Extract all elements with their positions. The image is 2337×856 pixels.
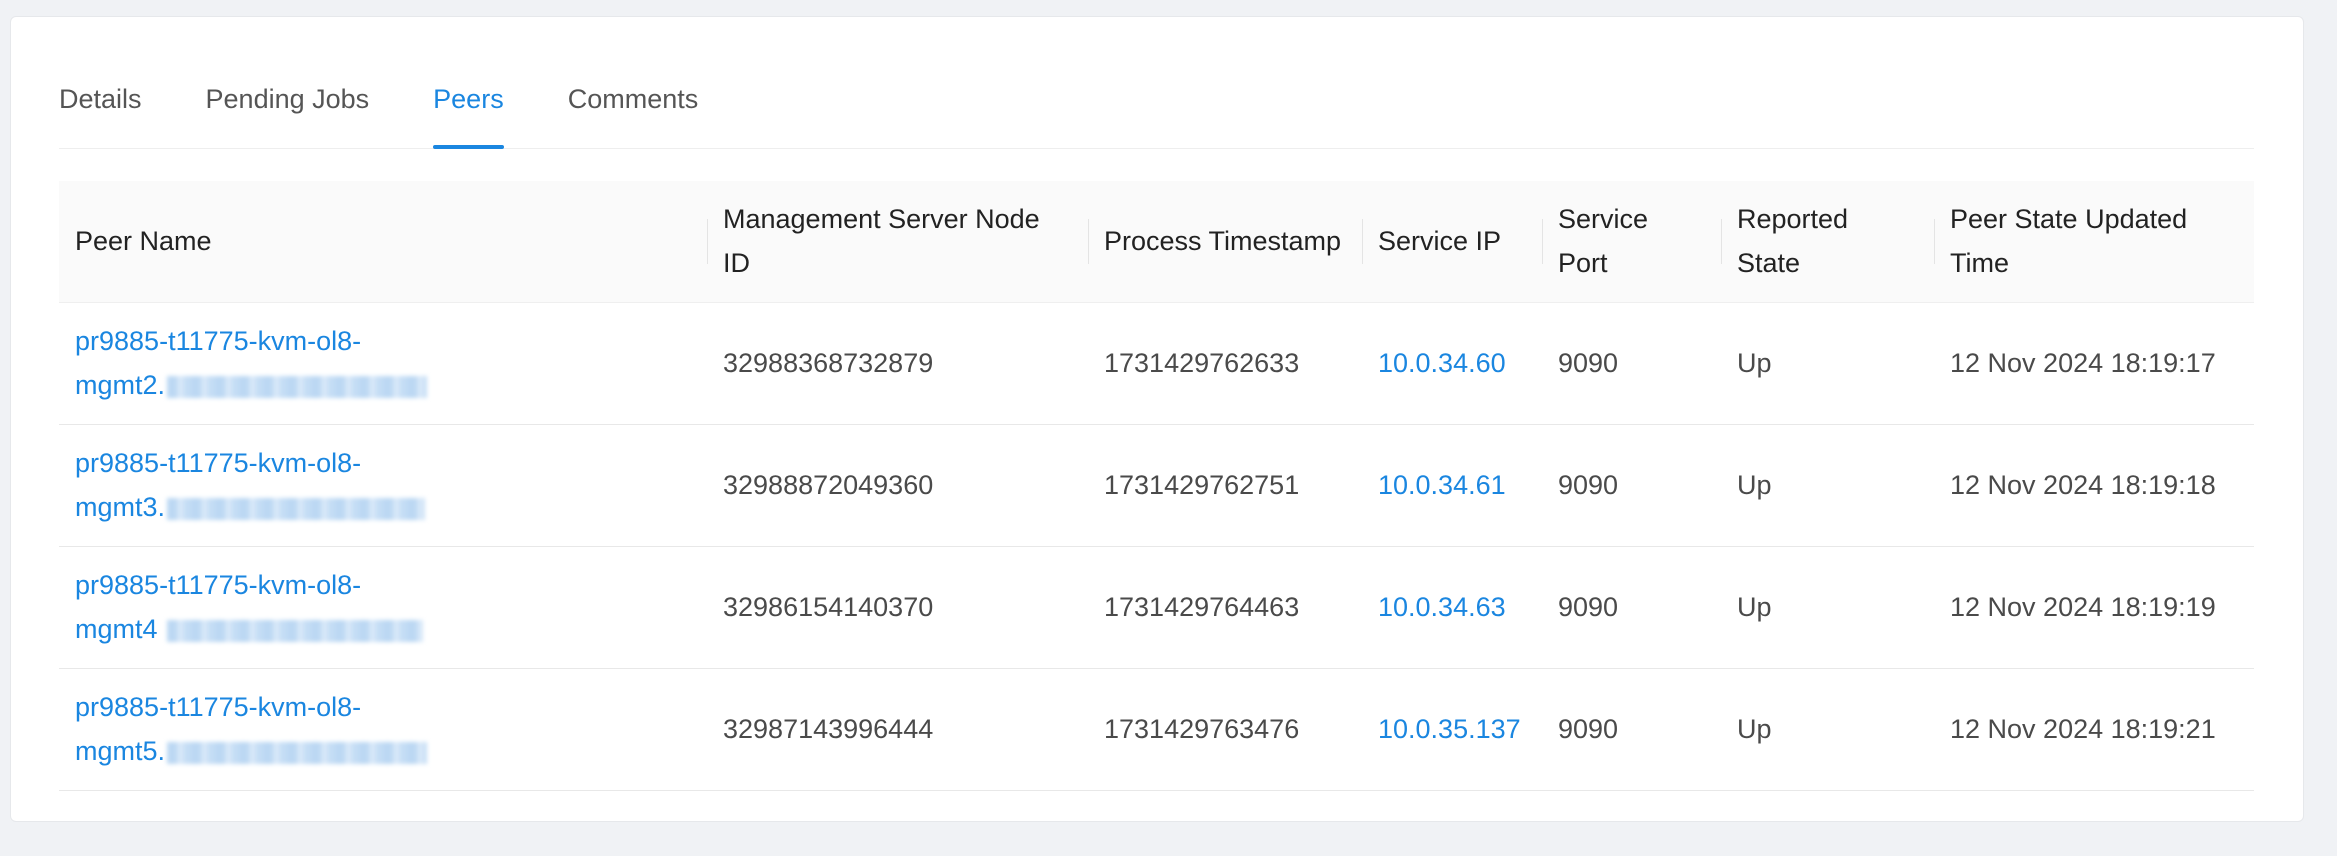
redacted-domain [167, 619, 424, 642]
tab-comments[interactable]: Comments [568, 65, 699, 149]
peer-name-link[interactable]: pr9885-t11775-kvm-ol8- mgmt4 [75, 570, 424, 644]
column-header-reported-state[interactable]: Reported State [1721, 181, 1934, 303]
service-ip-link[interactable]: 10.0.34.63 [1378, 592, 1506, 622]
service-ip-cell: 10.0.34.63 [1362, 546, 1542, 669]
updated-time-cell: 12 Nov 2024 18:19:19 [1934, 546, 2254, 669]
table-row: pr9885-t11775-kvm-ol8- mgmt4 329861541403… [59, 546, 2254, 669]
reported-state-cell: Up [1721, 546, 1934, 669]
column-header-updated-time[interactable]: Peer State Updated Time [1934, 181, 2254, 303]
peer-name-cell: pr9885-t11775-kvm-ol8- mgmt4 [59, 546, 707, 669]
peer-name-line2: mgmt5. [75, 736, 166, 766]
timestamp-cell: 1731429762751 [1088, 424, 1362, 547]
column-header-peer-name[interactable]: Peer Name [59, 181, 707, 303]
peer-name-line1: pr9885-t11775-kvm-ol8- [75, 448, 362, 478]
reported-state-cell: Up [1721, 424, 1934, 547]
timestamp-cell: 1731429764463 [1088, 546, 1362, 669]
redacted-domain [167, 497, 426, 520]
node-id-cell: 32986154140370 [707, 546, 1088, 669]
updated-time-cell: 12 Nov 2024 18:19:18 [1934, 424, 2254, 547]
service-port-cell: 9090 [1542, 546, 1721, 669]
peer-name-line2: mgmt3. [75, 492, 166, 522]
peer-name-line1: pr9885-t11775-kvm-ol8- [75, 326, 362, 356]
peer-name-link[interactable]: pr9885-t11775-kvm-ol8- mgmt3. [75, 448, 426, 522]
peer-name-line2: mgmt4 [75, 614, 158, 644]
peer-name-line2: mgmt2. [75, 370, 166, 400]
service-ip-link[interactable]: 10.0.34.61 [1378, 470, 1506, 500]
peer-name-line1: pr9885-t11775-kvm-ol8- [75, 692, 362, 722]
peers-table: Peer Name Management Server Node ID Proc… [59, 181, 2254, 791]
updated-time-cell: 12 Nov 2024 18:19:17 [1934, 302, 2254, 425]
tab-details[interactable]: Details [59, 65, 142, 149]
tab-pending-jobs[interactable]: Pending Jobs [206, 65, 370, 149]
column-header-process-timestamp[interactable]: Process Timestamp [1088, 181, 1362, 303]
column-header-node-id[interactable]: Management Server Node ID [707, 181, 1088, 303]
reported-state-cell: Up [1721, 668, 1934, 791]
service-ip-cell: 10.0.35.137 [1362, 668, 1542, 791]
timestamp-cell: 1731429763476 [1088, 668, 1362, 791]
table-header: Peer Name Management Server Node ID Proc… [59, 181, 2254, 303]
service-port-cell: 9090 [1542, 424, 1721, 547]
timestamp-cell: 1731429762633 [1088, 302, 1362, 425]
peer-name-cell: pr9885-t11775-kvm-ol8- mgmt5. [59, 668, 707, 791]
service-port-cell: 9090 [1542, 302, 1721, 425]
tab-bar: Details Pending Jobs Peers Comments [59, 65, 2254, 149]
node-id-cell: 32988872049360 [707, 424, 1088, 547]
peer-name-link[interactable]: pr9885-t11775-kvm-ol8- mgmt5. [75, 692, 428, 766]
node-id-cell: 32988368732879 [707, 302, 1088, 425]
peer-name-line1: pr9885-t11775-kvm-ol8- [75, 570, 362, 600]
peer-name-cell: pr9885-t11775-kvm-ol8- mgmt3. [59, 424, 707, 547]
service-ip-cell: 10.0.34.60 [1362, 302, 1542, 425]
service-port-cell: 9090 [1542, 668, 1721, 791]
peers-card: Details Pending Jobs Peers Comments Peer… [10, 16, 2304, 822]
table-body: pr9885-t11775-kvm-ol8- mgmt2. 32988368732… [59, 302, 2254, 791]
table-row: pr9885-t11775-kvm-ol8- mgmt3. 32988872049… [59, 424, 2254, 547]
node-id-cell: 32987143996444 [707, 668, 1088, 791]
column-header-service-port[interactable]: Service Port [1542, 181, 1721, 303]
tab-peers[interactable]: Peers [433, 65, 504, 149]
reported-state-cell: Up [1721, 302, 1934, 425]
updated-time-cell: 12 Nov 2024 18:19:21 [1934, 668, 2254, 791]
service-ip-link[interactable]: 10.0.34.60 [1378, 348, 1506, 378]
table-row: pr9885-t11775-kvm-ol8- mgmt2. 32988368732… [59, 302, 2254, 425]
service-ip-cell: 10.0.34.61 [1362, 424, 1542, 547]
service-ip-link[interactable]: 10.0.35.137 [1378, 714, 1521, 744]
table-row: pr9885-t11775-kvm-ol8- mgmt5. 32987143996… [59, 668, 2254, 791]
redacted-domain [167, 741, 428, 764]
peer-name-cell: pr9885-t11775-kvm-ol8- mgmt2. [59, 302, 707, 425]
redacted-domain [167, 375, 428, 398]
column-header-service-ip[interactable]: Service IP [1362, 181, 1542, 303]
peer-name-link[interactable]: pr9885-t11775-kvm-ol8- mgmt2. [75, 326, 428, 400]
